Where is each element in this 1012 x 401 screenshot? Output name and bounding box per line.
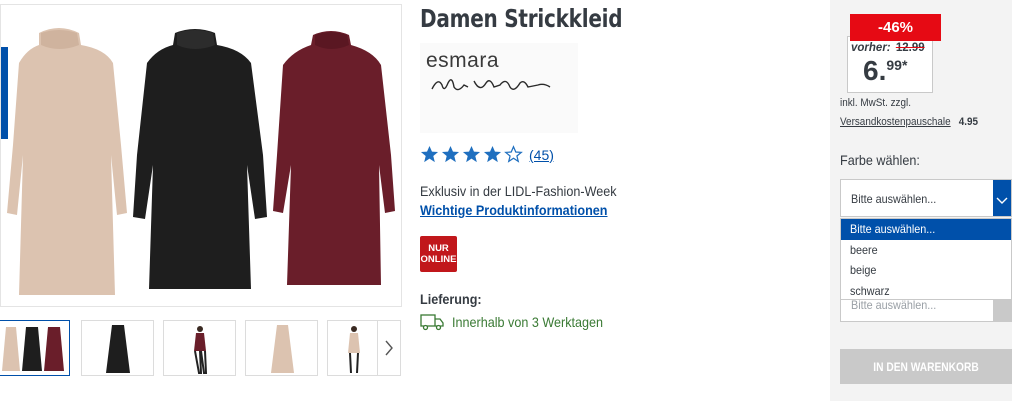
delivery-info: Innerhalb von 3 Werktagen [420,313,620,331]
truck-icon [420,314,444,331]
old-price: 12.99 [895,42,925,54]
thumbnail-5[interactable] [327,320,379,376]
add-to-cart-label: IN DEN WARENKORB [873,359,979,374]
black-dress [133,29,267,289]
online-badge-line2: ONLINE [420,254,457,265]
color-select-label: Farbe wählen: [840,152,920,168]
thumbnail-next-button[interactable] [377,320,401,376]
dress-photo [7,28,395,295]
chevron-right-icon [385,340,393,356]
thumbnail-3[interactable] [163,320,236,376]
star-full-icon [441,145,460,163]
star-full-icon [483,145,502,163]
star-full-icon [420,145,439,163]
price-star: * [901,57,908,73]
star-empty-icon [504,145,523,163]
brand-name: esmara [426,49,500,72]
burgundy-dress [273,31,395,285]
thumbnail-image [271,325,294,373]
rating-count-link[interactable]: (45) [529,147,554,163]
thumbnail-2[interactable] [81,320,154,376]
old-price-row: vorher: 12.99 [851,42,925,54]
product-rating[interactable]: (45) [420,145,554,164]
product-info-link[interactable]: Wichtige Produktinformationen [420,202,607,218]
color-dropdown-list: Bitte auswählen... beere beige schwarz [840,218,1012,300]
brand-signature [431,79,551,91]
vat-text: inkl. MwSt. zzgl. [840,97,911,109]
shipping-cost-value: 4.95 [958,116,979,128]
thumbnail-image [106,325,130,373]
gallery-prev-tab[interactable] [1,47,8,139]
online-badge-line1: NUR [428,243,449,254]
color-select-value: Bitte auswählen... [851,192,937,206]
select-arrow-button[interactable] [993,180,1011,216]
current-price: 6.99* [863,56,907,86]
color-option[interactable]: schwarz [841,281,1011,302]
thumbnail-image [2,327,64,371]
delivery-label: Lieferung: [420,291,482,307]
thumbnail-image [348,326,360,374]
thumbnail-image [194,326,208,374]
brand-logo: esmara [420,43,578,133]
color-option[interactable]: beere [841,240,1011,261]
color-option[interactable]: beige [841,260,1011,281]
main-product-image[interactable] [0,4,402,307]
add-to-cart-button[interactable]: IN DEN WARENKORB [840,349,1012,384]
shipping-info: Versandkostenpauschale 4.95 [840,116,978,128]
price-box: vorher: 12.99 6.99* [847,36,933,93]
exclusive-text: Exklusiv in der LIDL-Fashion-Week [420,183,617,199]
price-euros: 6. [863,55,887,86]
color-option[interactable]: Bitte auswählen... [841,219,1011,240]
discount-badge: -46% [850,14,941,41]
price-cents: 99 [886,57,902,73]
thumbnail-4[interactable] [245,320,318,376]
online-only-badge: NUR ONLINE [420,236,457,272]
shipping-cost-link[interactable]: Versandkostenpauschale [840,116,951,128]
chevron-down-icon [996,197,1008,204]
color-select[interactable]: Bitte auswählen... [840,179,1012,217]
delivery-text: Innerhalb von 3 Werktagen [452,314,604,330]
product-title: Damen Strickkleid [420,4,623,33]
old-price-label: vorher: [851,42,891,54]
beige-dress [7,28,127,295]
buy-box: vorher: 12.99 6.99* -46% inkl. MwSt. zzg… [830,0,1012,401]
star-full-icon [462,145,481,163]
thumbnail-1[interactable] [0,320,70,376]
